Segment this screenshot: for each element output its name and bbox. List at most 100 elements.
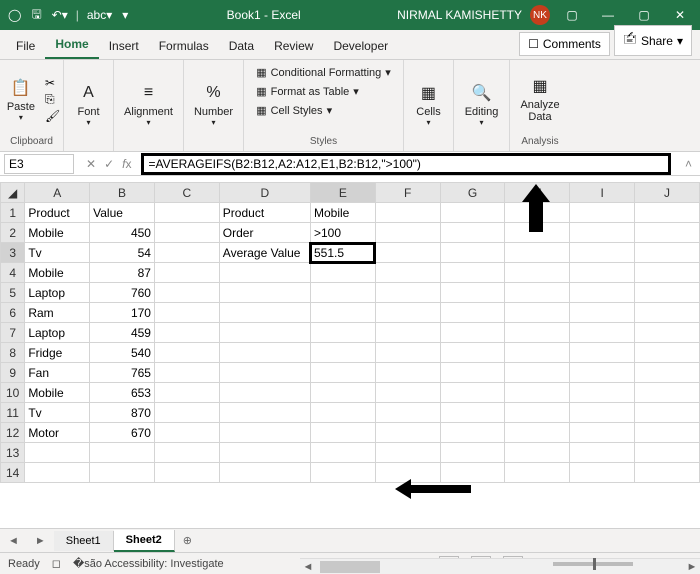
cell[interactable]: 170 — [90, 303, 155, 323]
accessibility-status[interactable]: �são Accessibility: Investigate — [73, 557, 224, 570]
number-button[interactable]: %Number▾ — [190, 80, 237, 129]
row-7[interactable]: 7 — [1, 323, 25, 343]
undo-icon[interactable]: ↶▾ — [50, 6, 70, 24]
row-3[interactable]: 3 — [1, 243, 25, 263]
col-J[interactable]: J — [635, 183, 700, 203]
row-5[interactable]: 5 — [1, 283, 25, 303]
conditional-formatting-button[interactable]: ▦Conditional Formatting ▾ — [256, 64, 391, 81]
cell[interactable]: Tv — [25, 243, 90, 263]
row-14[interactable]: 14 — [1, 463, 25, 483]
cell[interactable]: Mobile — [25, 223, 90, 243]
cell[interactable]: 459 — [90, 323, 155, 343]
cell[interactable]: Laptop — [25, 323, 90, 343]
cell[interactable]: Value — [90, 203, 155, 223]
autosave-toggle[interactable]: ◯ — [6, 6, 23, 24]
sheet-nav-next[interactable]: ► — [27, 535, 54, 547]
col-G[interactable]: G — [440, 183, 505, 203]
cell[interactable]: 760 — [90, 283, 155, 303]
cell[interactable]: 870 — [90, 403, 155, 423]
worksheet[interactable]: ◢ A B C D E F G H I J 1 Product Value Pr… — [0, 182, 700, 528]
editing-button[interactable]: 🔍Editing▾ — [461, 80, 503, 129]
tab-data[interactable]: Data — [219, 33, 264, 59]
font-button[interactable]: AFont▾ — [73, 80, 103, 129]
name-box[interactable] — [4, 154, 74, 174]
avatar[interactable]: NK — [530, 5, 550, 25]
selected-cell[interactable]: 551.5 — [310, 243, 375, 263]
col-C[interactable]: C — [154, 183, 219, 203]
alignment-button[interactable]: ≡Alignment▾ — [120, 80, 177, 129]
analyze-data-button[interactable]: ▦AnalyzeData — [516, 73, 563, 125]
row-13[interactable]: 13 — [1, 443, 25, 463]
cell[interactable]: Order — [219, 223, 310, 243]
qat-customize-icon[interactable]: ▾ — [120, 6, 130, 24]
row-1[interactable]: 1 — [1, 203, 25, 223]
cell-styles-button[interactable]: ▦Cell Styles ▾ — [256, 102, 332, 119]
cells-button[interactable]: ▦Cells▾ — [412, 80, 444, 129]
row-4[interactable]: 4 — [1, 263, 25, 283]
row-12[interactable]: 12 — [1, 423, 25, 443]
cell[interactable]: >100 — [310, 223, 375, 243]
cell[interactable]: Mobile — [25, 263, 90, 283]
close-icon[interactable]: ✕ — [666, 5, 694, 25]
row-10[interactable]: 10 — [1, 383, 25, 403]
format-painter-icon[interactable]: 🖌 — [45, 109, 60, 123]
enter-formula-icon[interactable]: ✓ — [104, 157, 114, 171]
col-E[interactable]: E — [310, 183, 375, 203]
tab-insert[interactable]: Insert — [99, 33, 149, 59]
formula-input[interactable]: =AVERAGEIFS(B2:B12,A2:A12,E1,B2:B12,">10… — [141, 153, 671, 175]
cell[interactable]: Motor — [25, 423, 90, 443]
share-button[interactable]: 🖆 Share ▾ — [614, 25, 692, 56]
cell[interactable]: 54 — [90, 243, 155, 263]
cell[interactable]: 87 — [90, 263, 155, 283]
cell[interactable]: Fridge — [25, 343, 90, 363]
paste-button[interactable]: 📋 Paste▾ — [3, 75, 39, 124]
tab-home[interactable]: Home — [45, 31, 98, 59]
cell[interactable]: Mobile — [310, 203, 375, 223]
select-all[interactable]: ◢ — [1, 183, 25, 203]
tab-formulas[interactable]: Formulas — [149, 33, 219, 59]
sheet-tab-1[interactable]: Sheet1 — [54, 531, 114, 551]
expand-formula-icon[interactable]: ˄ — [677, 157, 700, 171]
cell[interactable]: Product — [219, 203, 310, 223]
sheet-tab-2[interactable]: Sheet2 — [114, 530, 175, 552]
col-H[interactable]: H — [505, 183, 570, 203]
cell[interactable]: 450 — [90, 223, 155, 243]
horizontal-scrollbar[interactable]: ◄► — [300, 558, 700, 574]
tab-review[interactable]: Review — [264, 33, 323, 59]
cell[interactable]: 765 — [90, 363, 155, 383]
row-11[interactable]: 11 — [1, 403, 25, 423]
cell[interactable]: 540 — [90, 343, 155, 363]
comments-button[interactable]: ☐ Comments — [519, 32, 610, 56]
col-B[interactable]: B — [90, 183, 155, 203]
cell[interactable]: Fan — [25, 363, 90, 383]
sheet-nav-prev[interactable]: ◄ — [0, 535, 27, 547]
row-2[interactable]: 2 — [1, 223, 25, 243]
copy-icon[interactable]: ⎘ — [45, 92, 60, 107]
col-F[interactable]: F — [375, 183, 440, 203]
cell[interactable]: Ram — [25, 303, 90, 323]
cell[interactable]: 653 — [90, 383, 155, 403]
col-I[interactable]: I — [570, 183, 635, 203]
col-A[interactable]: A — [25, 183, 90, 203]
zoom-slider[interactable] — [553, 562, 633, 566]
row-8[interactable]: 8 — [1, 343, 25, 363]
maximize-icon[interactable]: ▢ — [630, 5, 658, 25]
save-icon[interactable]: 🖫 — [29, 3, 43, 28]
cell[interactable]: 670 — [90, 423, 155, 443]
tab-developer[interactable]: Developer — [323, 33, 398, 59]
col-D[interactable]: D — [219, 183, 310, 203]
cancel-formula-icon[interactable]: ✕ — [86, 157, 96, 171]
format-as-table-button[interactable]: ▦Format as Table ▾ — [256, 83, 359, 100]
new-sheet-button[interactable]: ⊕ — [175, 534, 200, 547]
row-9[interactable]: 9 — [1, 363, 25, 383]
cell[interactable]: Tv — [25, 403, 90, 423]
redo-icon[interactable]: abc▾ — [85, 6, 114, 24]
cut-icon[interactable]: ✂ — [45, 76, 60, 90]
minimize-icon[interactable]: — — [594, 5, 622, 25]
tab-file[interactable]: File — [6, 33, 45, 59]
macro-record-icon[interactable]: ◻ — [52, 557, 61, 570]
fx-icon[interactable]: fx — [122, 157, 131, 171]
cell[interactable]: Product — [25, 203, 90, 223]
cell[interactable]: Laptop — [25, 283, 90, 303]
cell[interactable]: Average Value — [219, 243, 310, 263]
